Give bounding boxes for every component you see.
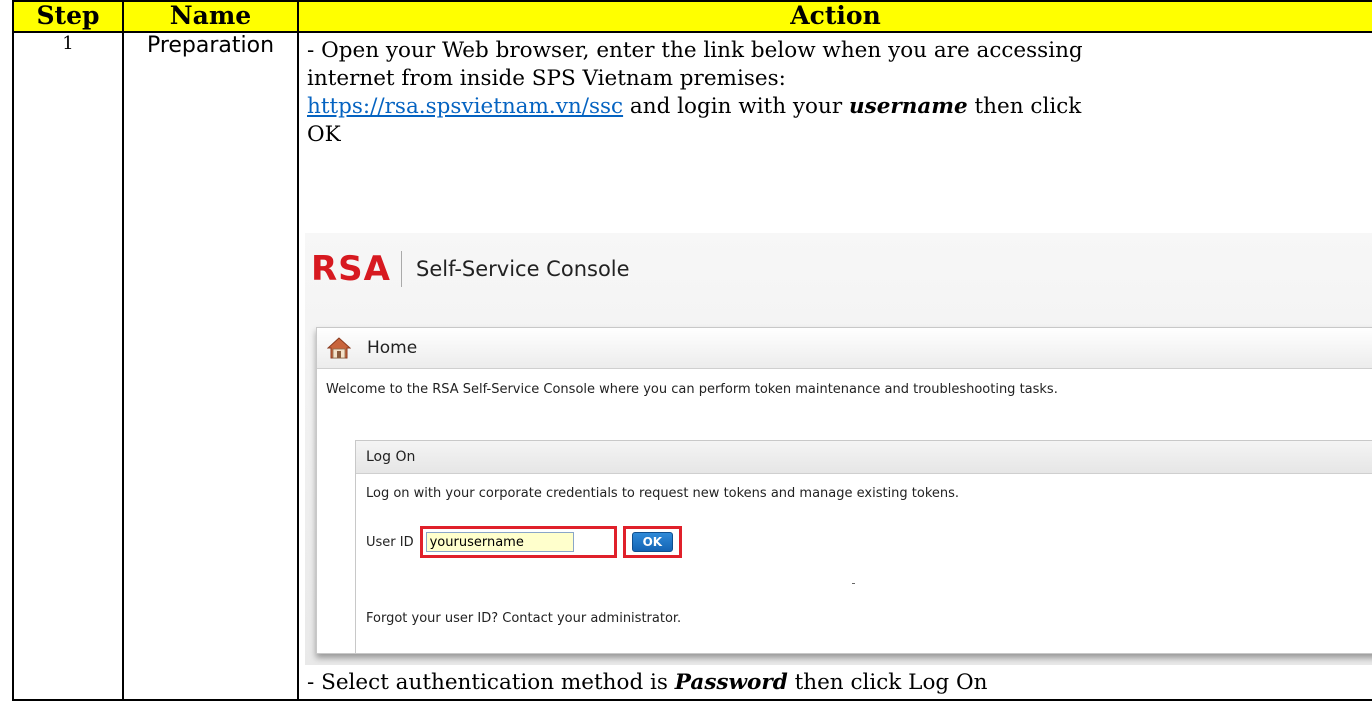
ok-highlight: OK: [622, 526, 683, 558]
logon-box: Log On Log on with your corporate creden…: [355, 440, 1371, 654]
home-bar: Home: [317, 328, 1371, 369]
action-bottom-line: - Select authentication method is Passwo…: [300, 669, 995, 697]
console-title: Self-Service Console: [415, 257, 630, 281]
userid-highlight: [419, 526, 617, 558]
action-line-2: internet from inside SPS Vietnam premise…: [307, 66, 786, 91]
bottom-prefix: - Select authentication method is: [307, 670, 675, 695]
action-line-3: https://rsa.spsvietnam.vn/ssc and login …: [307, 93, 1364, 121]
rsa-link[interactable]: https://rsa.spsvietnam.vn/ssc: [307, 94, 623, 119]
step-name: Preparation: [122, 31, 299, 701]
action-instructions: - Open your Web browser, enter the link …: [300, 34, 1371, 149]
action-line-3-mid: and login with your: [623, 94, 849, 119]
userid-label: User ID: [366, 534, 414, 550]
home-label: Home: [367, 338, 418, 358]
username-emphasis: username: [848, 94, 968, 119]
rsa-screenshot: RSA Self-Service Console Home Welcome to…: [305, 233, 1371, 665]
ok-button[interactable]: OK: [631, 532, 674, 552]
header-row: Step Name Action: [12, 0, 1372, 33]
action-line-3-end: then click: [967, 94, 1082, 119]
rsa-header: RSA Self-Service Console: [311, 249, 630, 289]
header-name: Name: [122, 0, 299, 33]
step-number: 1: [12, 31, 124, 701]
logon-description: Log on with your corporate credentials t…: [366, 486, 960, 501]
step-action: - Open your Web browser, enter the link …: [297, 31, 1372, 701]
rsa-logo: RSA: [311, 249, 391, 289]
welcome-text: Welcome to the RSA Self-Service Console …: [326, 382, 1058, 397]
userid-row: User ID OK: [366, 526, 683, 558]
password-emphasis: Password: [674, 670, 788, 695]
rsa-header-divider: [400, 251, 402, 287]
action-line-4: OK: [307, 122, 341, 147]
forgot-userid-text: Forgot your user ID? Contact your admini…: [366, 611, 682, 626]
logon-title: Log On: [356, 441, 1371, 474]
stray-dot: [852, 583, 855, 584]
table-row: 1 Preparation - Open your Web browser, e…: [12, 31, 1372, 701]
header-action: Action: [297, 0, 1372, 33]
header-step: Step: [12, 0, 124, 33]
action-line-1: - Open your Web browser, enter the link …: [307, 38, 1083, 63]
userid-input[interactable]: [425, 532, 574, 552]
home-icon[interactable]: [326, 337, 352, 359]
bottom-suffix: then click Log On: [787, 670, 988, 695]
steps-table: Step Name Action 1 Preparation - Open yo…: [12, 0, 1372, 701]
rsa-home-panel: Home Welcome to the RSA Self-Service Con…: [316, 327, 1371, 654]
